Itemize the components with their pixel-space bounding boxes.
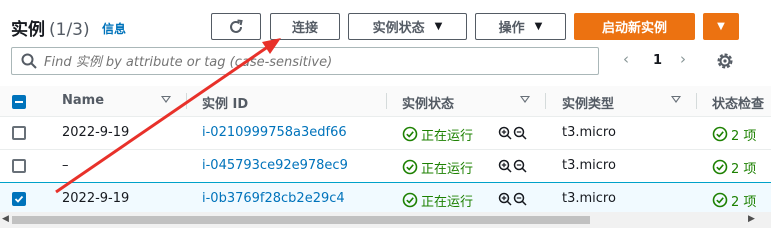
search-box[interactable] [11, 47, 599, 75]
connect-button[interactable]: 连接 [270, 13, 340, 40]
caret-down-icon: ▼ [534, 21, 543, 32]
info-link[interactable]: 信息 [102, 20, 126, 37]
table-header: Name 实例 ID 实例状态 实例类型 状态检查 [0, 86, 771, 117]
row-checkbox[interactable] [12, 159, 26, 173]
launch-instance-dropdown[interactable]: ▼ [703, 13, 739, 40]
instance-id-link[interactable]: i-0210999758a3edf66 [202, 125, 347, 140]
status-check-text[interactable]: 2 项 [731, 191, 756, 210]
check-circle-icon [712, 159, 728, 175]
column-header-instance-id[interactable]: 实例 ID [202, 93, 248, 112]
table-row[interactable]: 2022-9-19 i-0210999758a3edf66 正在运行 t3.mi… [0, 117, 771, 150]
sort-icon[interactable] [671, 96, 681, 103]
column-header-instance-type[interactable]: 实例类型 [562, 93, 614, 112]
instance-type: t3.micro [562, 158, 616, 173]
launch-instance-button[interactable]: 启动新实例 [574, 13, 695, 40]
page-number[interactable]: 1 [653, 53, 662, 68]
instance-type: t3.micro [562, 125, 616, 140]
refresh-icon [230, 19, 243, 33]
page-title-text: 实例 [11, 20, 45, 40]
zoom-out-icon[interactable] [513, 158, 527, 174]
caret-down-icon: ▼ [717, 21, 725, 32]
zoom-out-icon[interactable] [513, 191, 527, 207]
actions-label: 操作 [498, 21, 525, 36]
table-row[interactable]: 2022-9-19 i-0b3769f28cb2e29c4 正在运行 t3.mi… [0, 182, 771, 216]
scrollbar-thumb[interactable] [12, 216, 590, 224]
sort-icon[interactable] [520, 96, 530, 103]
instance-name: 2022-9-19 [62, 125, 130, 140]
instance-name: – [62, 158, 69, 173]
chevron-left-icon[interactable]: ‹ [623, 50, 629, 68]
check-circle-icon [402, 159, 418, 175]
status-check-text[interactable]: 2 项 [731, 125, 756, 144]
settings-gear-icon[interactable] [715, 51, 735, 71]
check-circle-icon [712, 126, 728, 142]
instance-state-text: 正在运行 [421, 162, 474, 177]
sort-icon[interactable] [161, 96, 171, 103]
instance-state-dropdown[interactable]: 实例状态 ▼ [348, 13, 467, 40]
chevron-right-icon[interactable]: › [680, 50, 686, 68]
check-circle-icon [712, 192, 728, 208]
status-check-text[interactable]: 2 项 [731, 158, 756, 177]
column-divider[interactable] [186, 93, 187, 109]
check-circle-icon [402, 192, 418, 208]
instance-id-link[interactable]: i-0b3769f28cb2e29c4 [202, 191, 345, 206]
scroll-right-icon[interactable]: ▶ [748, 214, 755, 224]
instance-id-link[interactable]: i-045793ce92e978ec9 [202, 158, 348, 173]
page-title: 实例 (1/3) [11, 15, 90, 40]
scroll-left-icon[interactable]: ◀ [2, 214, 9, 224]
caret-down-icon: ▼ [434, 21, 443, 32]
column-header-status-check[interactable]: 状态检查 [712, 93, 764, 112]
zoom-in-icon[interactable] [498, 191, 512, 207]
column-divider[interactable] [545, 93, 546, 109]
connect-button-label: 连接 [291, 21, 318, 36]
zoom-in-icon[interactable] [498, 125, 512, 141]
search-icon [21, 53, 37, 69]
zoom-in-icon[interactable] [498, 158, 512, 174]
column-header-name[interactable]: Name [62, 93, 104, 108]
instance-state-text: 正在运行 [421, 195, 474, 210]
zoom-out-icon[interactable] [513, 125, 527, 141]
search-input[interactable] [42, 51, 586, 73]
column-divider[interactable] [696, 93, 697, 109]
check-circle-icon [402, 126, 418, 142]
row-checkbox[interactable] [12, 192, 26, 206]
instance-type: t3.micro [562, 191, 616, 206]
column-divider[interactable] [386, 93, 387, 109]
refresh-button[interactable] [211, 13, 261, 40]
table-row[interactable]: – i-045793ce92e978ec9 正在运行 t3.micro 2 项 [0, 150, 771, 183]
instance-state-text: 正在运行 [421, 129, 474, 144]
horizontal-scrollbar[interactable]: ◀ ▶ [0, 212, 771, 228]
selection-count: (1/3) [49, 20, 90, 40]
row-checkbox[interactable] [12, 126, 26, 140]
instance-name: 2022-9-19 [62, 191, 130, 206]
select-all-checkbox[interactable] [12, 95, 26, 109]
header: 实例 (1/3) 信息 连接 实例状态 ▼ 操作 ▼ 启动新实例 ▼ [0, 0, 771, 44]
actions-dropdown[interactable]: 操作 ▼ [475, 13, 566, 40]
checkmark-icon [14, 195, 24, 203]
launch-instance-label: 启动新实例 [601, 21, 667, 36]
instance-state-label: 实例状态 [372, 21, 425, 36]
column-header-instance-state[interactable]: 实例状态 [402, 93, 454, 112]
